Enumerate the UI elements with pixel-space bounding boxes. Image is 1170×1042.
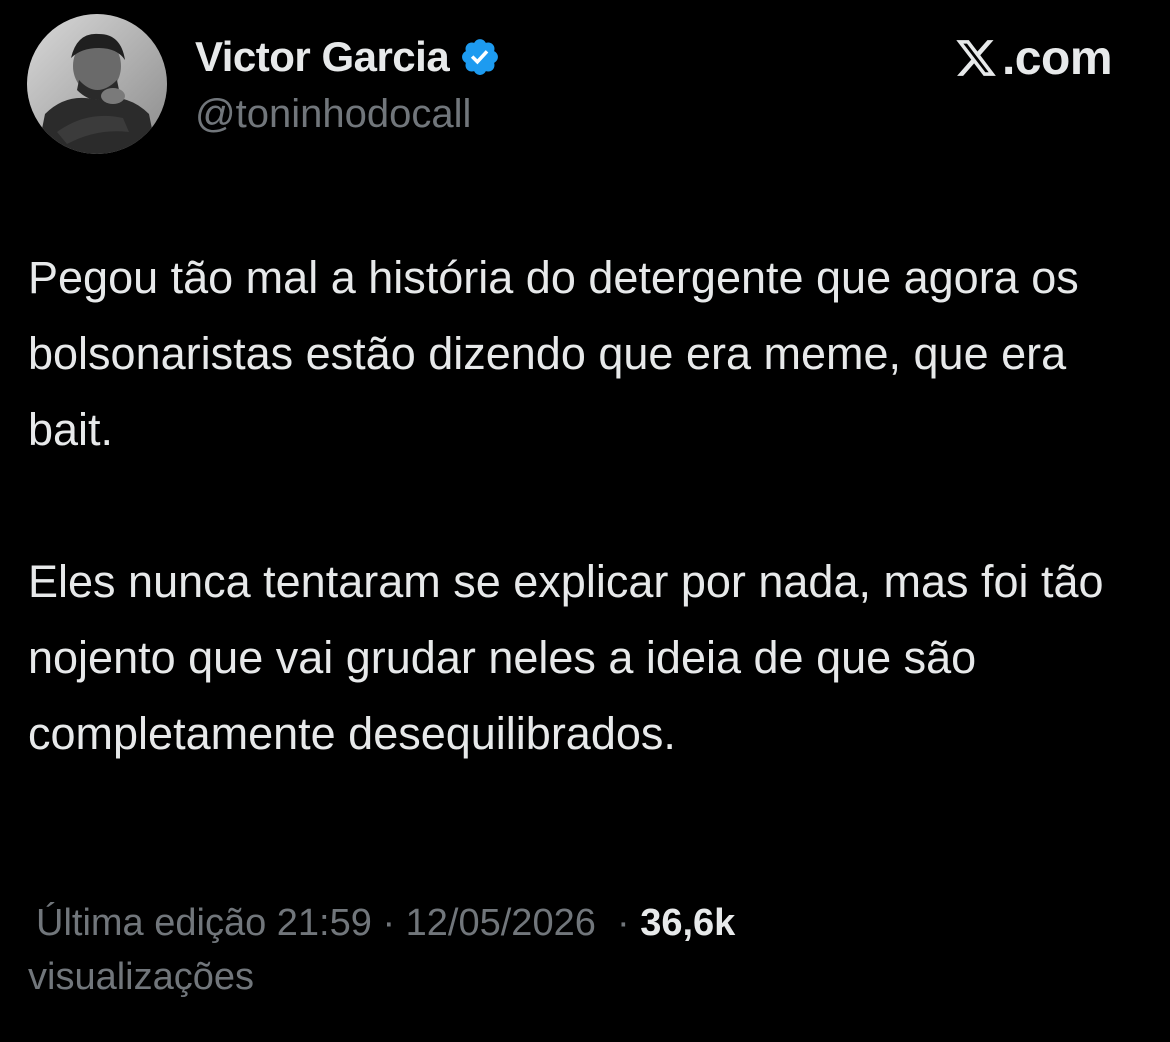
- author-name-row: Victor Garcia: [195, 32, 501, 82]
- author-name[interactable]: Victor Garcia: [195, 33, 450, 81]
- meta-separator: ·: [616, 902, 630, 944]
- edited-label[interactable]: Última edição: [36, 902, 266, 944]
- meta-separator: ·: [382, 902, 396, 944]
- tweet-card: Victor Garcia @toninhodocall .com Pegou …: [0, 0, 1170, 1042]
- verified-badge-icon: [459, 36, 501, 78]
- avatar[interactable]: [27, 14, 167, 154]
- tweet-text: Pegou tão mal a história do detergente q…: [28, 240, 1138, 772]
- site-brand: .com: [954, 30, 1113, 86]
- tweet-metadata: Última edição 21:59 · 12/05/2026 · 36,6k…: [28, 896, 1138, 1004]
- brand-suffix: .com: [1001, 31, 1113, 85]
- tweet-paragraph: Eles nunca tentaram se explicar por nada…: [28, 556, 1104, 759]
- avatar-photo: [27, 14, 167, 154]
- views-count[interactable]: 36,6k: [640, 902, 735, 944]
- x-logo-icon: [954, 36, 998, 80]
- views-label: visualizações: [28, 956, 254, 998]
- tweet-paragraph: Pegou tão mal a história do detergente q…: [28, 252, 1079, 455]
- post-date[interactable]: 12/05/2026: [406, 902, 596, 944]
- author-handle[interactable]: @toninhodocall: [195, 92, 471, 137]
- post-time[interactable]: 21:59: [277, 902, 372, 944]
